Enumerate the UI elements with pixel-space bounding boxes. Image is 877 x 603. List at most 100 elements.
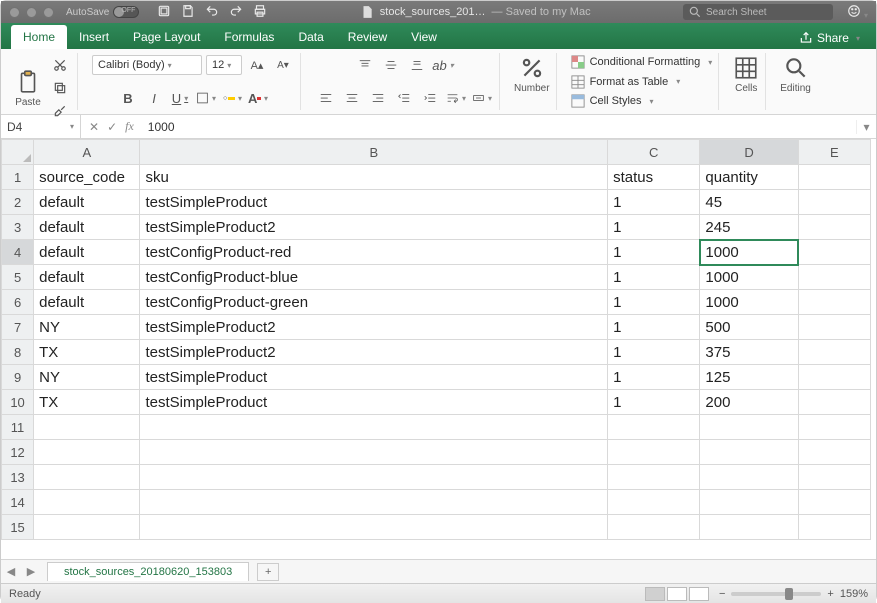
cell-D13[interactable] (700, 465, 798, 490)
cut-button[interactable] (49, 55, 71, 75)
row-header-7[interactable]: 7 (2, 315, 34, 340)
minimize-window-button[interactable] (26, 7, 37, 18)
tab-page-layout[interactable]: Page Layout (121, 25, 212, 49)
cell-E13[interactable] (798, 465, 870, 490)
align-right-button[interactable] (367, 88, 389, 108)
bold-button[interactable]: B (117, 88, 139, 108)
cell-C8[interactable]: 1 (608, 340, 700, 365)
align-bottom-button[interactable] (406, 55, 428, 75)
sheet-nav-next[interactable]: ▶ (21, 565, 41, 578)
cell-B1[interactable]: sku (140, 165, 608, 190)
fill-color-button[interactable]: ▾ (221, 88, 243, 108)
row-header-5[interactable]: 5 (2, 265, 34, 290)
tab-home[interactable]: Home (11, 25, 67, 49)
borders-button[interactable]: ▾ (195, 88, 217, 108)
tab-data[interactable]: Data (286, 25, 335, 49)
zoom-in-button[interactable]: + (827, 588, 833, 600)
row-header-10[interactable]: 10 (2, 390, 34, 415)
cell-D14[interactable] (700, 490, 798, 515)
cell-B14[interactable] (140, 490, 608, 515)
cell-D6[interactable]: 1000 (700, 290, 798, 315)
cell-D12[interactable] (700, 440, 798, 465)
cell-C3[interactable]: 1 (608, 215, 700, 240)
orientation-button[interactable]: ab▾ (432, 55, 454, 75)
row-header-12[interactable]: 12 (2, 440, 34, 465)
align-center-button[interactable] (341, 88, 363, 108)
cell-E3[interactable] (798, 215, 870, 240)
format-as-table-button[interactable]: Format as Table▾ (571, 75, 681, 89)
cell-A13[interactable] (34, 465, 140, 490)
cell-E1[interactable] (798, 165, 870, 190)
cell-C11[interactable] (608, 415, 700, 440)
cell-E5[interactable] (798, 265, 870, 290)
cell-E15[interactable] (798, 515, 870, 540)
cell-D9[interactable]: 125 (700, 365, 798, 390)
cell-B6[interactable]: testConfigProduct-green (140, 290, 608, 315)
row-header-4[interactable]: 4 (2, 240, 34, 265)
cells-button[interactable]: Cells (733, 55, 759, 94)
cell-C5[interactable]: 1 (608, 265, 700, 290)
increase-indent-button[interactable] (419, 88, 441, 108)
cell-A3[interactable]: default (34, 215, 140, 240)
save-icon[interactable] (181, 4, 195, 21)
cell-E6[interactable] (798, 290, 870, 315)
cell-C9[interactable]: 1 (608, 365, 700, 390)
cell-D2[interactable]: 45 (700, 190, 798, 215)
cell-A2[interactable]: default (34, 190, 140, 215)
cell-B8[interactable]: testSimpleProduct2 (140, 340, 608, 365)
page-layout-view-button[interactable] (667, 587, 687, 601)
align-middle-button[interactable] (380, 55, 402, 75)
cell-D15[interactable] (700, 515, 798, 540)
zoom-out-button[interactable]: − (719, 588, 725, 600)
cell-C15[interactable] (608, 515, 700, 540)
cell-C4[interactable]: 1 (608, 240, 700, 265)
cell-A6[interactable]: default (34, 290, 140, 315)
cell-D7[interactable]: 500 (700, 315, 798, 340)
number-format-button[interactable]: Number (514, 55, 550, 94)
cell-C2[interactable]: 1 (608, 190, 700, 215)
autosave-toggle[interactable]: AutoSave (66, 6, 139, 18)
row-header-8[interactable]: 8 (2, 340, 34, 365)
fx-button[interactable]: fx (125, 119, 134, 134)
page-break-view-button[interactable] (689, 587, 709, 601)
paste-button[interactable]: Paste (15, 69, 41, 108)
font-name-select[interactable]: Calibri (Body)▾ (92, 55, 202, 75)
cell-A8[interactable]: TX (34, 340, 140, 365)
close-window-button[interactable] (9, 7, 20, 18)
cell-D1[interactable]: quantity (700, 165, 798, 190)
name-box[interactable]: D4▾ (1, 115, 81, 138)
cell-B11[interactable] (140, 415, 608, 440)
tab-review[interactable]: Review (336, 25, 399, 49)
row-header-14[interactable]: 14 (2, 490, 34, 515)
cell-A10[interactable]: TX (34, 390, 140, 415)
print-icon[interactable] (253, 4, 267, 21)
tab-view[interactable]: View (399, 25, 449, 49)
cell-C6[interactable]: 1 (608, 290, 700, 315)
conditional-formatting-button[interactable]: Conditional Formatting▾ (571, 55, 713, 69)
row-header-1[interactable]: 1 (2, 165, 34, 190)
cell-E2[interactable] (798, 190, 870, 215)
sheet-nav-prev[interactable]: ◀ (1, 565, 21, 578)
select-all-cell[interactable] (2, 140, 34, 165)
font-size-select[interactable]: 12▾ (206, 55, 242, 75)
formula-input[interactable]: 1000 (142, 120, 856, 134)
search-sheet-input[interactable]: Search Sheet (683, 4, 833, 20)
cell-B3[interactable]: testSimpleProduct2 (140, 215, 608, 240)
cell-B15[interactable] (140, 515, 608, 540)
increase-font-button[interactable]: A▴ (246, 55, 268, 75)
enter-formula-button[interactable]: ✓ (107, 120, 117, 134)
cell-B12[interactable] (140, 440, 608, 465)
cancel-formula-button[interactable]: ✕ (89, 120, 99, 134)
cell-B2[interactable]: testSimpleProduct (140, 190, 608, 215)
cell-styles-button[interactable]: Cell Styles▾ (571, 94, 654, 108)
cell-A11[interactable] (34, 415, 140, 440)
zoom-window-button[interactable] (43, 7, 54, 18)
cell-D4[interactable]: 1000 (700, 240, 798, 265)
cell-B13[interactable] (140, 465, 608, 490)
tab-formulas[interactable]: Formulas (212, 25, 286, 49)
cell-A5[interactable]: default (34, 265, 140, 290)
underline-button[interactable]: U▾ (169, 88, 191, 108)
undo-icon[interactable] (205, 4, 219, 21)
cell-C1[interactable]: status (608, 165, 700, 190)
cell-C13[interactable] (608, 465, 700, 490)
